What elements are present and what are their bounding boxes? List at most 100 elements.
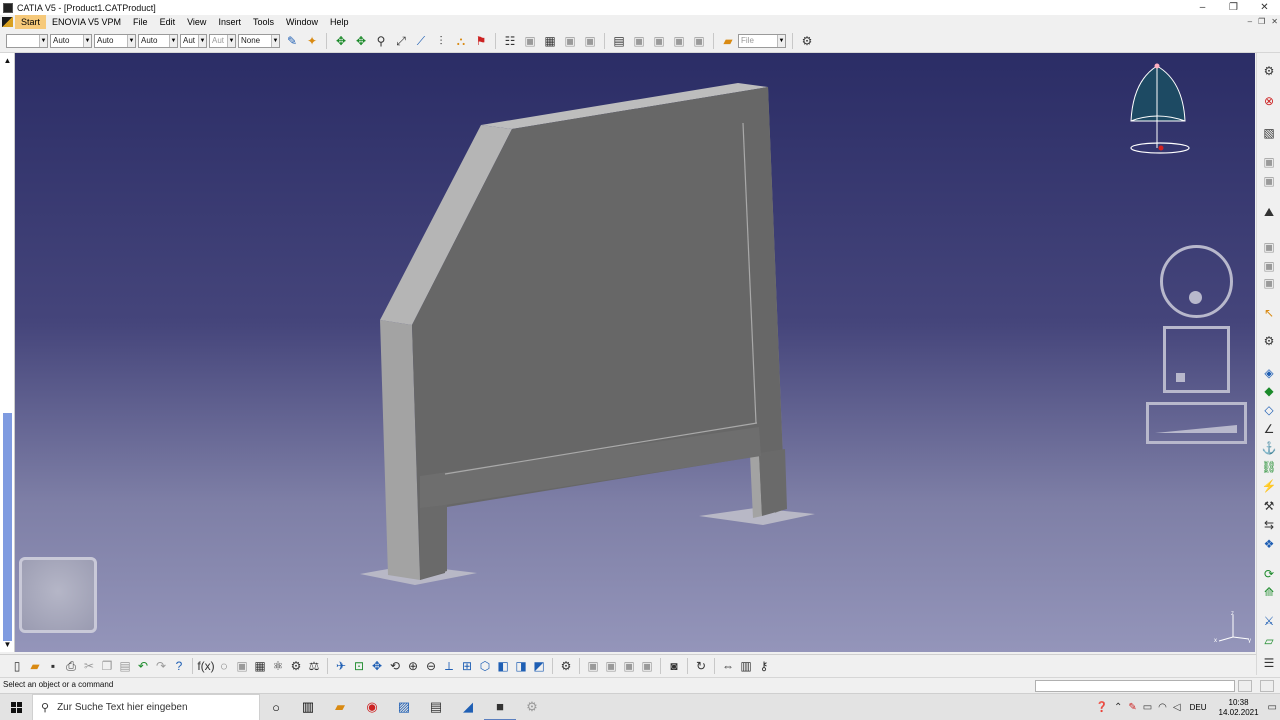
board-model[interactable] [15,53,1255,652]
sectioning-icon[interactable]: ▱ [1261,633,1277,649]
whats-this-icon[interactable]: ? [171,658,187,674]
replace-component-icon[interactable]: ⚙ [1261,333,1277,349]
undo-icon[interactable]: ↶ [135,658,151,674]
zoom-out-icon[interactable]: ⊖ [423,658,439,674]
menu-edit[interactable]: Edit [154,15,182,29]
constraint-icon[interactable]: ⟋ [413,33,429,49]
language-indicator[interactable]: DEU [1190,703,1207,712]
pan-icon[interactable]: ✥ [369,658,385,674]
quick-constraint-icon[interactable]: ⚡ [1261,478,1277,494]
command-button-2[interactable] [1260,680,1274,692]
transparency-combo[interactable]: Auto ▼ [50,33,92,48]
zoom-in-icon[interactable]: ⊕ [405,658,421,674]
light-icon[interactable]: ▥ [738,658,754,674]
file-explorer-icon[interactable]: ▰ [324,694,356,720]
command-input[interactable] [1035,680,1235,692]
catia-v5-taskbar-icon[interactable]: ⚙ [516,694,548,720]
flexible-subassembly-icon[interactable]: ⚒ [1261,498,1277,514]
menu-file[interactable]: File [127,15,154,29]
rotate-view-widget[interactable] [1160,245,1233,318]
capture-icon[interactable]: ◙ [666,658,682,674]
reuse-pattern-icon[interactable]: ❖ [1261,536,1277,552]
fix-component-icon[interactable]: ⚓ [1261,440,1277,456]
stop-manipulate-icon[interactable]: ⤢ [393,33,409,49]
line-thickness-combo[interactable]: Auto ▼ [94,33,136,48]
volume-icon[interactable]: ◁ [1173,702,1181,713]
lock-icon[interactable]: ⚷ [756,658,772,674]
tree-reorder-icon[interactable]: ⛬ [453,33,469,49]
fly-mode-icon[interactable]: ✈ [333,658,349,674]
command-button[interactable] [1238,680,1252,692]
paste-icon[interactable]: ▤ [117,658,133,674]
select-pointer-icon[interactable]: ↖ [1261,305,1277,321]
scroll-up-arrow-icon[interactable]: ▲ [2,55,13,66]
rotate-icon[interactable]: ⟲ [387,658,403,674]
macro-icon[interactable]: ⚙ [799,33,815,49]
folder-icon[interactable]: ▰ [720,33,736,49]
product-structure-icon[interactable]: ⚙ [1261,63,1277,79]
scene-icon[interactable]: ⇔ [720,658,736,674]
menu-start[interactable]: Start [15,15,47,29]
catalog-icon[interactable]: ☷ [502,33,518,49]
update-icon[interactable]: ⟳ [1261,566,1277,582]
fix-together-icon[interactable]: ⛓ [1261,459,1277,475]
pan-view-widget[interactable] [1163,326,1230,393]
redo-icon[interactable]: ↷ [153,658,169,674]
taskbar-search[interactable]: ⚲ Zur Suche Text hier eingeben [32,693,260,720]
cortana-icon[interactable]: ○ [260,694,292,720]
scroll-down-arrow-icon[interactable]: ▼ [2,639,13,650]
chevron-up-icon[interactable]: ⌃ [1114,702,1122,713]
measure-icon[interactable]: ⟰ [1261,584,1277,600]
menu-window[interactable]: Window [280,15,324,29]
coincidence-constraint-icon[interactable]: ◈ [1261,365,1277,381]
snap-icon[interactable]: ✥ [353,33,369,49]
restore-button[interactable]: ❐ [1218,0,1249,15]
battery-icon[interactable]: ▭ [1143,702,1152,713]
product-icon[interactable]: ▦ [542,33,558,49]
cut-icon[interactable]: ✂ [81,658,97,674]
fit-all-icon[interactable]: ⊡ [351,658,367,674]
table-icon[interactable]: ▦ [252,658,268,674]
change-constraint-icon[interactable]: ⇆ [1261,517,1277,533]
manipulation-icon[interactable]: ✥ [333,33,349,49]
apply-material-icon[interactable]: ⚙ [558,658,574,674]
help-tray-icon[interactable]: ❓ [1095,702,1107,713]
doc-minimize-button[interactable]: – [1248,15,1252,29]
angle-constraint-icon[interactable]: ∠ [1261,421,1277,437]
iso-view-icon[interactable]: ⬡ [477,658,493,674]
acrobat-tray-icon[interactable]: ✎ [1128,702,1136,713]
clash-analysis-icon[interactable]: ⚔ [1261,613,1277,629]
normal-view-icon[interactable]: ⟂ [441,658,457,674]
minimap-preview[interactable] [19,557,97,633]
stop-icon[interactable]: ⊗ [1261,93,1277,109]
task-view-icon[interactable]: ▥ [292,694,324,720]
update-all-icon[interactable]: ↻ [693,658,709,674]
knowledge-icon[interactable]: ⚛ [270,658,286,674]
3d-viewport[interactable]: z x y [15,53,1255,652]
windows-start-icon[interactable] [0,694,32,720]
check-icon[interactable]: ⚙ [288,658,304,674]
copy-icon[interactable]: ❐ [99,658,115,674]
swap-visible-space-icon[interactable]: ◩ [531,658,547,674]
app-icon[interactable]: ◢ [452,694,484,720]
contact-constraint-icon[interactable]: ◆ [1261,383,1277,399]
chrome-icon[interactable]: ◉ [356,694,388,720]
shading-icon[interactable]: ◧ [495,658,511,674]
vertical-scrollbar[interactable]: ▲ ▼ [0,53,15,652]
multi-view-icon[interactable]: ⊞ [459,658,475,674]
hide-show-icon[interactable]: ◨ [513,658,529,674]
menu-insert[interactable]: Insert [212,15,247,29]
format-painter-icon[interactable]: ✎ [284,33,300,49]
photos-icon[interactable]: ▨ [388,694,420,720]
start-workbench-icon[interactable] [2,17,13,27]
new-file-icon[interactable]: ▯ [9,658,25,674]
open-file-icon[interactable]: ▰ [27,658,43,674]
menu-tools[interactable]: Tools [247,15,280,29]
file-combo[interactable]: File ▼ [738,33,786,48]
existing-component-icon[interactable]: ⛰ [1261,204,1277,220]
notifications-icon[interactable]: ▭ [1268,702,1277,713]
explode-icon[interactable]: ⚲ [373,33,389,49]
analyze-icon[interactable]: ⚑ [473,33,489,49]
print-icon[interactable]: ⎙ [63,658,79,674]
new-component-icon[interactable]: ▧ [1261,125,1277,141]
